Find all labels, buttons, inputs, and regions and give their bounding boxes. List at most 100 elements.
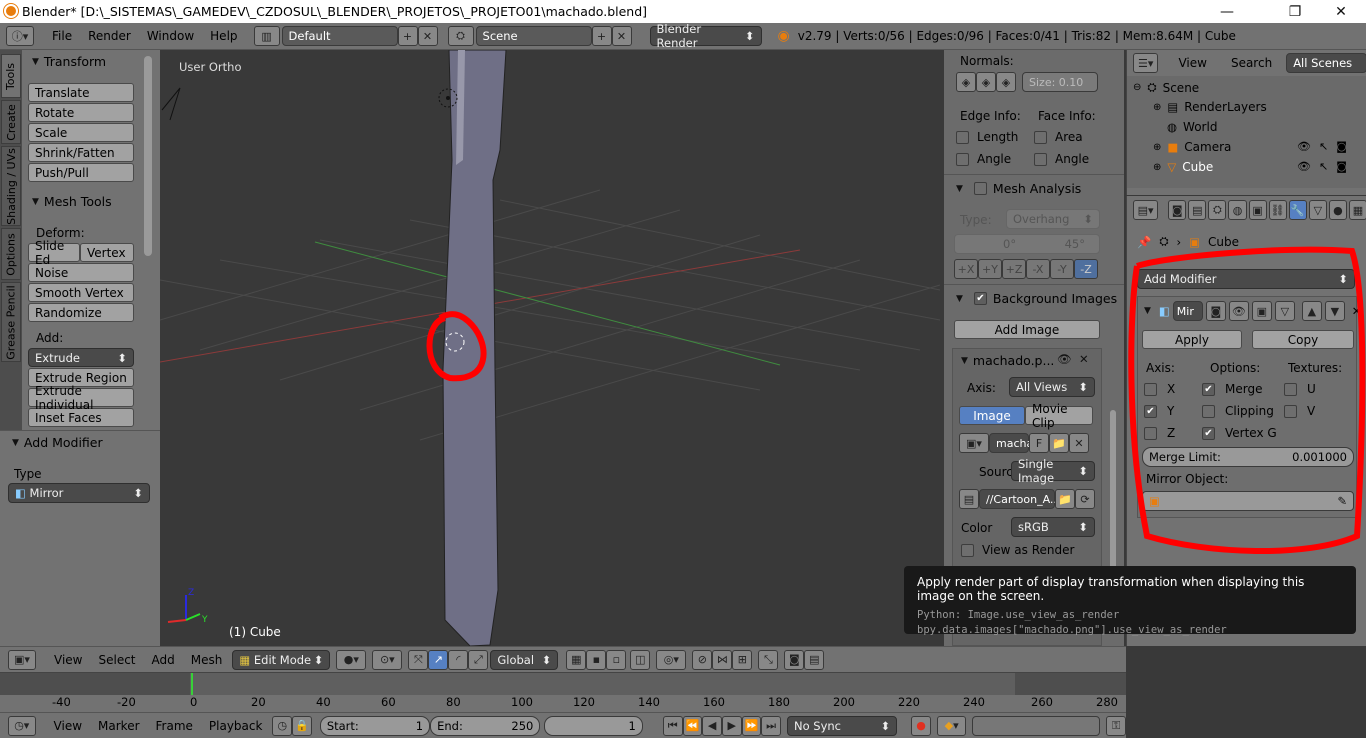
tab-create[interactable]: Create [1, 100, 21, 144]
next-keyframe-icon[interactable]: ⏩ [741, 715, 762, 736]
analysis-type-select[interactable]: Overhang ⬍ [1006, 209, 1100, 229]
translate-button[interactable]: Translate [28, 83, 134, 102]
image-entry-header[interactable]: ▼ machado.p... [961, 353, 1054, 368]
axis-py-button[interactable]: +Y [978, 259, 1002, 279]
view3d-mesh-menu[interactable]: Mesh [183, 653, 231, 667]
extrude-individual-button[interactable]: Extrude Individual [28, 384, 134, 412]
noise-button[interactable]: Noise [28, 263, 134, 282]
eye-icon[interactable]: 👁 [1297, 140, 1311, 153]
limit-selection-icon[interactable]: ◫ [630, 649, 651, 670]
add-image-button[interactable]: Add Image [954, 320, 1100, 339]
fake-user-button[interactable]: F [1029, 433, 1049, 453]
image-name-field[interactable]: macha [989, 433, 1033, 453]
layout-field[interactable]: Default [281, 26, 398, 46]
extrude-select[interactable]: Extrude ⬍ [28, 348, 134, 367]
view3d-add-menu[interactable]: Add [144, 653, 183, 667]
modifiers-tab-icon[interactable]: 🔧 [1288, 200, 1307, 220]
outliner-item-world[interactable]: ◍ World [1167, 120, 1217, 134]
pivot-select-icon[interactable]: ⊙▾ [372, 649, 403, 670]
axis-px-button[interactable]: +X [954, 259, 978, 279]
view-as-render-toggle[interactable]: View as Render [961, 543, 1074, 557]
area-checkbox[interactable] [1034, 130, 1047, 144]
image-tab[interactable]: Image [959, 406, 1025, 425]
filepath-field[interactable]: //Cartoon_A... [979, 489, 1060, 509]
eye-icon[interactable]: 👁 [1057, 352, 1072, 366]
proportional-edit-icon[interactable]: ◎▾ [656, 649, 687, 670]
play-reverse-icon[interactable]: ◀ [702, 715, 722, 736]
scene-field[interactable]: Scene [475, 26, 592, 46]
screen-layout-icon[interactable]: ▥ [253, 26, 280, 46]
randomize-button[interactable]: Randomize [28, 303, 134, 322]
world-tab-icon[interactable]: ◍ [1228, 200, 1247, 220]
face-angle-toggle[interactable]: Angle [1034, 152, 1089, 166]
minimize-button[interactable]: — [1204, 0, 1250, 23]
data-tab-icon[interactable]: ▽ [1308, 200, 1327, 220]
preview-range-icon[interactable]: ◷ [272, 715, 293, 736]
tab-grease-pencil[interactable]: Grease Pencil [1, 282, 21, 362]
view3d-view-menu[interactable]: View [46, 653, 90, 667]
prev-keyframe-icon[interactable]: ⏪ [682, 715, 703, 736]
layer-icon[interactable]: ▦ [566, 649, 587, 670]
render-layers-tab-icon[interactable]: ▤ [1188, 200, 1207, 220]
render-preview-icon[interactable]: ◙ [784, 649, 805, 670]
render-camera-icon[interactable]: ◙ [1336, 160, 1347, 173]
menu-render[interactable]: Render [80, 29, 139, 43]
vertex-normals-icon[interactable]: ◈ [956, 72, 976, 92]
face-angle-checkbox[interactable] [1034, 152, 1047, 166]
active-keying-set-field[interactable] [972, 715, 1101, 736]
snap-toggle-icon[interactable]: ⊘ [692, 649, 713, 670]
pack-icon[interactable]: ▤ [959, 489, 979, 509]
close-button[interactable]: ✕ [1318, 0, 1364, 23]
tab-shading-uvs[interactable]: Shading / UVs [1, 146, 21, 226]
timeline-playback-menu[interactable]: Playback [201, 719, 271, 733]
eye-icon[interactable]: 👁 [1297, 160, 1311, 173]
snap-target-icon[interactable]: ⊞ [732, 649, 753, 670]
face-normals-icon[interactable]: ◈ [996, 72, 1016, 92]
timeline-editor-icon[interactable]: ◷▾ [8, 715, 36, 736]
snap-element-icon[interactable]: ⋈ [712, 649, 733, 670]
jump-end-icon[interactable]: ⏭ [761, 715, 781, 736]
record-icon[interactable]: ● [911, 715, 931, 736]
keying-set-icon[interactable]: ◆ ▾ [936, 715, 967, 736]
timeline-view-menu[interactable]: View [46, 719, 90, 733]
render-engine-select[interactable]: Blender Render ⬍ [649, 22, 762, 50]
outliner-item-scene[interactable]: ⊖ ⛭ Scene [1133, 80, 1199, 95]
sync-mode-select[interactable]: No Sync ⬍ [786, 715, 898, 736]
properties-editor-icon[interactable]: ▤▾ [1133, 200, 1159, 220]
tab-options[interactable]: Options [1, 228, 21, 280]
3d-viewport[interactable]: Z Y User Ortho (1) Cube [160, 50, 944, 646]
outliner-view-menu[interactable]: View [1170, 56, 1214, 70]
scale-button[interactable]: Scale [28, 123, 134, 142]
length-toggle[interactable]: Length [956, 130, 1018, 144]
operator-header[interactable]: ▼ Add Modifier [12, 435, 103, 450]
shrink-fatten-button[interactable]: Shrink/Fatten [28, 143, 134, 162]
outliner-filter-select[interactable]: All Scenes [1286, 53, 1366, 73]
vertex-slide-button[interactable]: Vertex [80, 243, 134, 262]
menu-window[interactable]: Window [139, 29, 202, 43]
normals-size-field[interactable]: Size: 0.10 [1022, 72, 1098, 92]
orientation-select[interactable]: Global ⬍ [490, 649, 559, 670]
outliner-item-renderlayers[interactable]: ⊕ ▤ RenderLayers [1153, 100, 1267, 114]
menu-help[interactable]: Help [202, 29, 245, 43]
mesh-analysis-header[interactable]: ▼ Mesh Analysis [956, 181, 1081, 196]
edge-angle-checkbox[interactable] [956, 152, 969, 166]
mesh-tools-header[interactable]: ▼ Mesh Tools [32, 194, 112, 209]
open-image-icon[interactable]: 📁 [1049, 433, 1069, 453]
select-arrow-icon[interactable]: ↖ [1319, 160, 1328, 173]
material-tab-icon[interactable]: ● [1328, 200, 1347, 220]
shading-select-icon[interactable]: ●▾ [336, 649, 367, 670]
outliner-editor-icon[interactable]: ☰▾ [1133, 53, 1159, 73]
movie-clip-tab[interactable]: Movie Clip [1025, 402, 1093, 430]
axis-pz-button[interactable]: +Z [1002, 259, 1026, 279]
remove-scene-icon[interactable]: ✕ [611, 26, 632, 46]
timeline-ruler[interactable] [0, 672, 1126, 713]
scene-tab-icon[interactable]: ⛭ [1208, 200, 1227, 220]
modifier-type-select[interactable]: ◧ Mirror ⬍ [8, 483, 150, 503]
source-select[interactable]: Single Image ⬍ [1011, 457, 1095, 485]
properties-scrollbar[interactable] [1110, 410, 1116, 590]
object-tab-icon[interactable]: ▣ [1248, 200, 1267, 220]
scale-manipulator-icon[interactable]: ⤢ [468, 649, 489, 670]
vertex-select-icon[interactable]: ▪ [586, 649, 607, 670]
overhang-range[interactable]: 0° 45° [954, 234, 1100, 254]
start-frame-field[interactable]: Start: 1 [319, 715, 431, 736]
